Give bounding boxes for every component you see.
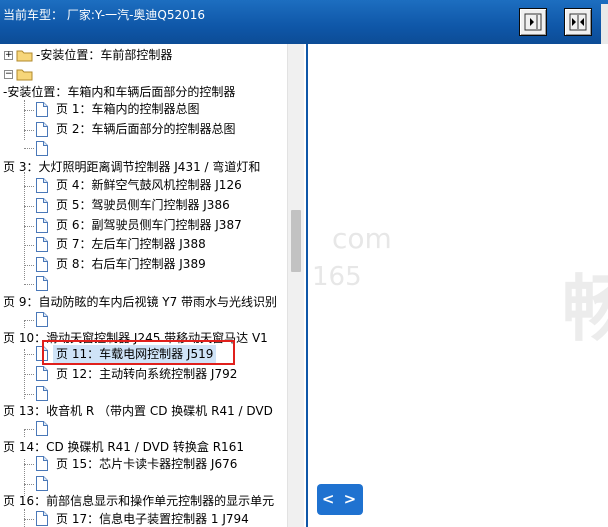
- tree-item-page-15[interactable]: 页 15：芯片卡读卡器控制器 J676: [56, 455, 237, 473]
- page-icon: [36, 456, 48, 471]
- folder-icon: [16, 50, 33, 62]
- tree-item-page-17[interactable]: 页 17：信息电子装置控制器 1 J794: [56, 510, 249, 527]
- tree-item-label: 页 9：自动防眩的车内后视镜 Y7 带雨水与光线识别: [3, 295, 278, 309]
- page-icon: [36, 276, 48, 291]
- tree-item-page-9[interactable]: 页 9：自动防眩的车内后视镜 Y7 带雨水与光线识别: [3, 293, 277, 311]
- tree-guide-line: [24, 429, 25, 437]
- tree-item-page-2[interactable]: 页 2：车辆后面部分的控制器总图: [56, 120, 235, 138]
- page-icon: [36, 312, 48, 327]
- tree-item-label: -安装位置：车箱内和车辆后面部分的控制器: [3, 85, 236, 99]
- page-icon: [36, 178, 48, 193]
- tree-item-page-3[interactable]: 页 3：大灯照明距离调节控制器 J431 / 弯道灯和: [3, 158, 260, 176]
- tree-item-page-14[interactable]: 页 14：CD 换碟机 R41 / DVD 转换盒 R161: [3, 438, 244, 456]
- split-view-button[interactable]: [564, 8, 592, 36]
- tree-guide-line: [24, 245, 34, 246]
- tree-item-label: 页 2：车辆后面部分的控制器总图: [56, 122, 236, 136]
- collapse-minus-icon[interactable]: −: [4, 70, 13, 79]
- watermark-text: com: [332, 222, 392, 255]
- tree-item-label: 页 8：右后车门控制器 J389: [56, 257, 206, 271]
- page-icon: [36, 218, 48, 233]
- split-arrows-icon: [569, 13, 587, 31]
- header-edge: [601, 4, 608, 44]
- tree-guide-line: [24, 206, 34, 207]
- tree-guide-line: [24, 374, 34, 375]
- tree-item-label: 页 7：左后车门控制器 J388: [56, 237, 206, 251]
- tree-item-page-5[interactable]: 页 5：驾驶员侧车门控制器 J386: [56, 196, 230, 214]
- tree-item-label: 页 3：大灯照明距离调节控制器 J431 / 弯道灯和: [3, 160, 261, 174]
- folder-open-icon: [16, 69, 33, 81]
- tree-guide-line: [24, 130, 34, 131]
- tree-guide-line: [24, 429, 34, 430]
- tree-guide-line: [24, 186, 34, 187]
- tree-guide-line: [24, 148, 34, 149]
- tree-item-page-4[interactable]: 页 4：新鲜空气鼓风机控制器 J126: [56, 176, 242, 194]
- tree-item-label: 页 17：信息电子装置控制器 1 J794: [56, 512, 249, 526]
- title-bar: 当前车型： 厂家:Y-一汽-奥迪Q52016: [0, 0, 608, 44]
- tree-view[interactable]: + -安装位置：车前部控制器 − -安装位置：车箱内和车辆后面部分的控制器 页 …: [0, 44, 306, 527]
- tree-item-page-6[interactable]: 页 6：副驾驶员侧车门控制器 J387: [56, 216, 242, 234]
- watermark-text: 165: [312, 262, 362, 292]
- tree-item-label: 页 12：主动转向系统控制器 J792: [56, 367, 238, 381]
- page-icon: [36, 386, 48, 401]
- tree-guide-line: [24, 320, 25, 328]
- tree-item-label: 页 6：副驾驶员侧车门控制器 J387: [56, 218, 242, 232]
- tree-item-front-controllers[interactable]: -安装位置：车前部控制器: [36, 46, 172, 64]
- tree-item-label: 页 5：驾驶员侧车门控制器 J386: [56, 198, 230, 212]
- tree-guide-line: [24, 265, 34, 266]
- tree-item-cabin-rear-controllers[interactable]: -安装位置：车箱内和车辆后面部分的控制器: [3, 83, 235, 101]
- page-icon: [36, 366, 48, 381]
- expand-right-icon: [524, 13, 542, 31]
- page-icon: [36, 122, 48, 137]
- collapse-pane-button[interactable]: [519, 8, 547, 36]
- tree-item-label: 页 14：CD 换碟机 R41 / DVD 转换盒 R161: [3, 440, 244, 454]
- page-icon: [36, 102, 48, 117]
- tree-guide-line: [24, 394, 34, 395]
- page-icon: [36, 476, 48, 491]
- tree-guide-line: [24, 354, 34, 355]
- tree-guide-line: [24, 484, 34, 485]
- tree-item-page-12[interactable]: 页 12：主动转向系统控制器 J792: [56, 365, 237, 383]
- highlight-box: [42, 340, 235, 365]
- tree-guide-line: [24, 226, 34, 227]
- tree-guide-line: [24, 509, 25, 527]
- current-vehicle-label: 当前车型： 厂家:Y-一汽-奥迪Q52016: [3, 8, 206, 22]
- tree-item-label: 页 4：新鲜空气鼓风机控制器 J126: [56, 178, 242, 192]
- scrollbar-thumb[interactable]: [291, 210, 301, 272]
- tree-item-page-8[interactable]: 页 8：右后车门控制器 J389: [56, 255, 206, 273]
- tree-item-label: 页 16：前部信息显示和操作单元控制器的显示单元: [3, 494, 275, 508]
- tree-guide-line: [24, 320, 34, 321]
- tree-guide-line: [24, 519, 34, 520]
- tree-item-page-16[interactable]: 页 16：前部信息显示和操作单元控制器的显示单元: [3, 492, 274, 510]
- watermark-logo: 畅: [562, 267, 608, 351]
- page-icon: [36, 237, 48, 252]
- tree-guide-line: [24, 110, 34, 111]
- tree-item-page-13[interactable]: 页 13：收音机 R （带内置 CD 换碟机 R41 / DVD: [3, 402, 273, 420]
- expand-plus-icon[interactable]: +: [4, 51, 13, 60]
- tree-item-page-7[interactable]: 页 7：左后车门控制器 J388: [56, 235, 206, 253]
- page-icon: [36, 141, 48, 156]
- tree-item-page-1[interactable]: 页 1：车箱内的控制器总图: [56, 100, 199, 118]
- page-icon: [36, 511, 48, 526]
- page-icon: [36, 421, 48, 436]
- tree-item-label: 页 15：芯片卡读卡器控制器 J676: [56, 457, 238, 471]
- tree-guide-line: [24, 100, 25, 140]
- page-icon: [36, 257, 48, 272]
- tree-scrollbar[interactable]: [287, 44, 304, 527]
- tree-guide-line: [24, 464, 34, 465]
- tree-item-label: 页 1：车箱内的控制器总图: [56, 102, 200, 116]
- page-icon: [36, 198, 48, 213]
- tree-item-label: 页 13：收音机 R （带内置 CD 换碟机 R41 / DVD: [3, 404, 273, 418]
- tree-guide-line: [24, 284, 34, 285]
- tree-item-label: -安装位置：车前部控制器: [36, 48, 173, 62]
- page-nav-button[interactable]: < >: [317, 484, 363, 515]
